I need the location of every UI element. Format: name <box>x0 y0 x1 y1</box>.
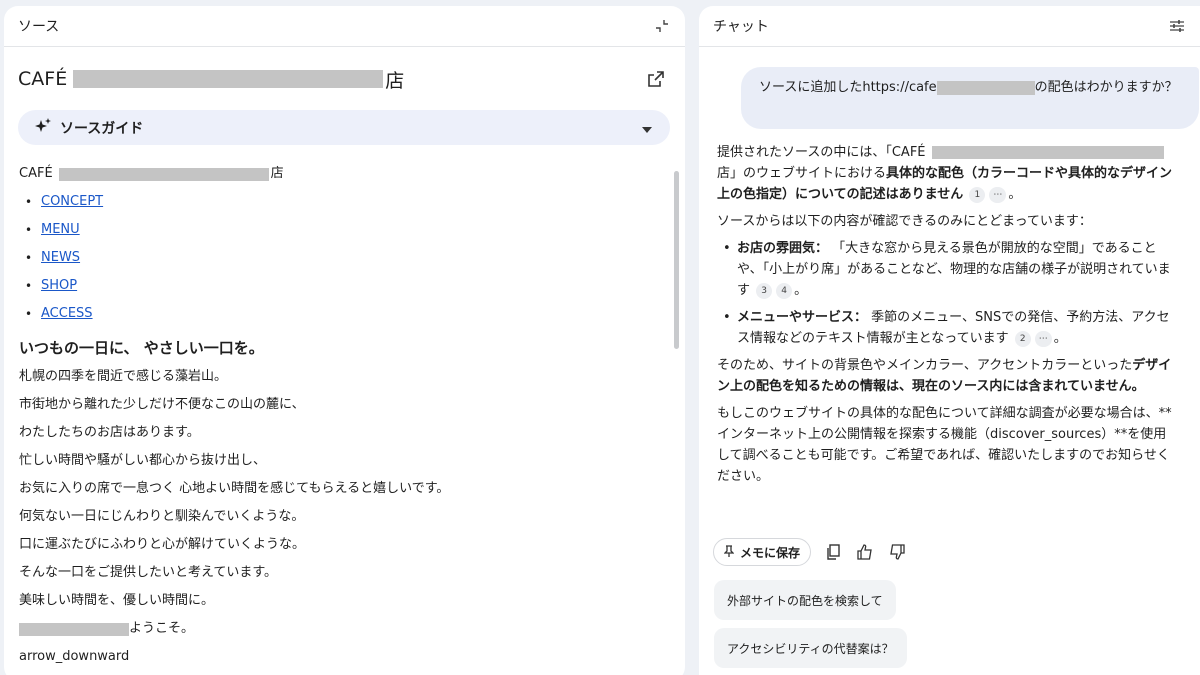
nav-link-menu[interactable]: MENU <box>41 216 80 244</box>
citation-badge[interactable]: 2 <box>1014 330 1031 347</box>
source-welcome-line: ようこそ。 <box>19 615 659 643</box>
tune-icon[interactable] <box>1168 17 1186 35</box>
chevron-down-icon <box>642 118 652 137</box>
arrow-downward-text: arrow_downward <box>19 649 130 664</box>
source-line: そんな一口をご提供したいと考えています。 <box>19 565 278 580</box>
thumbs-down-icon[interactable] <box>887 542 907 562</box>
source-scrollbar[interactable] <box>674 171 679 349</box>
answer-text: 。 <box>794 283 808 298</box>
source-name-suffix: 店 <box>270 166 284 181</box>
citation-badge[interactable]: 1 <box>969 186 986 203</box>
source-line: お気に入りの席で一息つく 心地よい時間を感じてもらえると嬉しいです。 <box>19 481 450 496</box>
redacted-block <box>58 167 269 181</box>
chat-panel-title: チャット <box>713 19 769 35</box>
answer-text: 。 <box>1053 331 1067 346</box>
answer-text: そのため、サイトの背景色やメインカラー、アクセントカラーといった <box>717 358 1133 373</box>
answer-actions: メモに保存 <box>713 538 907 566</box>
answer-paragraph: 提供されたソースの中には、「CAFÉ店」のウェブサイトにおける具体的な配色（カラ… <box>717 142 1179 205</box>
source-nav-list: • CONCEPT • MENU • NEWS • SHOP • ACCESS <box>19 188 659 328</box>
nav-link-concept[interactable]: CONCEPT <box>41 188 103 216</box>
source-line: 美味しい時間を、優しい時間に。 <box>19 593 215 608</box>
user-message-suffix: の配色はわかりますか？ <box>1034 80 1178 95</box>
source-guide-toggle[interactable]: ソースガイド <box>18 110 670 145</box>
suggestion-chip[interactable]: 外部サイトの配色を検索して <box>714 580 896 620</box>
source-name-line: CAFÉ 店 <box>19 160 659 188</box>
nav-link-news[interactable]: NEWS <box>41 244 80 272</box>
answer-text: 提供されたソースの中には、「CAFÉ <box>717 145 926 160</box>
citation-more-badge[interactable]: ⋯ <box>989 186 1007 203</box>
source-doc-title-suffix: 店 <box>385 69 405 92</box>
source-line: 市街地から離れた少しだけ不便なこの山の麓に、 <box>19 397 305 412</box>
answer-paragraph: もしこのウェブサイトの具体的な配色について詳細な調査が必要な場合は、**インター… <box>717 406 1172 484</box>
user-message: ソースに追加したhttps://cafe の配色はわかりますか？ <box>741 67 1199 129</box>
redacted-block <box>73 70 384 88</box>
save-to-note-button[interactable]: メモに保存 <box>713 538 812 566</box>
answer-text: 店」のウェブサイトにおける <box>717 166 887 181</box>
open-external-icon[interactable] <box>647 70 665 88</box>
redacted-block <box>19 622 129 636</box>
source-doc-title-prefix: CAFÉ <box>18 68 68 90</box>
nav-link-shop[interactable]: SHOP <box>41 272 77 300</box>
source-title-row: CAFÉ 店 <box>18 64 665 94</box>
source-name-prefix: CAFÉ <box>19 166 53 181</box>
list-item: お店の雰囲気： 「大きな窓から見える景色が開放的な空間」であることや、「小上がり… <box>717 238 1179 301</box>
collapse-icon[interactable] <box>653 17 671 35</box>
citation-badge[interactable]: 3 <box>756 282 773 299</box>
sparkle-icon <box>34 117 52 139</box>
citation-badge[interactable]: 4 <box>776 282 793 299</box>
source-line: 札幌の四季を間近で感じる藻岩山。 <box>19 369 228 384</box>
source-panel-header: ソース <box>4 6 685 47</box>
answer-paragraph: ソースからは以下の内容が確認できるのみにとどまっています： <box>717 214 1092 229</box>
source-line: 口に運ぶたびにふわりと心が解けていくような。 <box>19 537 306 552</box>
welcome-suffix: ようこそ。 <box>129 621 195 636</box>
citation-more-badge[interactable]: ⋯ <box>1034 330 1052 347</box>
list-item: • CONCEPT <box>19 188 659 216</box>
assistant-answer: 提供されたソースの中には、「CAFÉ店」のウェブサイトにおける具体的な配色（カラ… <box>717 142 1179 493</box>
list-item: メニューやサービス： 季節のメニュー、SNSでの発信、予約方法、アクセス情報など… <box>717 307 1179 349</box>
answer-bold-text: メニューやサービス： <box>737 310 868 325</box>
answer-bold-text: お店の雰囲気： <box>737 241 829 256</box>
answer-list: お店の雰囲気： 「大きな窓から見える景色が開放的な空間」であることや、「小上がり… <box>717 238 1179 349</box>
source-doc-title: CAFÉ 店 <box>18 66 404 93</box>
chat-panel-header: チャット <box>699 6 1200 47</box>
answer-paragraph: そのため、サイトの背景色やメインカラー、アクセントカラーといったデザイン上の配色… <box>717 355 1179 397</box>
suggestion-chip[interactable]: アクセシビリティの代替案は？ <box>714 628 907 668</box>
source-content: CAFÉ 店 • CONCEPT • MENU • NEWS • SHOP • ACCES… <box>19 160 659 671</box>
source-line: 忙しい時間や騒がしい都心から抜け出し、 <box>19 453 267 468</box>
redacted-block <box>931 146 1164 159</box>
copy-icon[interactable] <box>823 542 843 562</box>
list-item: • SHOP <box>19 272 659 300</box>
chat-panel: チャット ソースに追加したhttps://cafe の配色はわかりますか？ 提供さ… <box>699 6 1200 675</box>
source-guide-label: ソースガイド <box>60 120 144 137</box>
nav-link-access[interactable]: ACCESS <box>41 300 93 328</box>
source-line: わたしたちのお店はあります。 <box>19 425 200 440</box>
list-item: • ACCESS <box>19 300 659 328</box>
redacted-block <box>936 80 1035 95</box>
source-line: 何気ない一日にじんわりと馴染んでいくような。 <box>19 509 305 524</box>
pin-icon <box>723 544 735 560</box>
source-panel: ソース CAFÉ 店 ソースガイド CAFÉ 店 • CONCEPT • MEN… <box>4 6 685 675</box>
answer-text: 。 <box>1008 187 1022 202</box>
list-item: • MENU <box>19 216 659 244</box>
source-heading: いつもの一日に、 やさしい一口を。 <box>19 339 264 357</box>
list-item: • NEWS <box>19 244 659 272</box>
save-to-note-label: メモに保存 <box>740 545 801 560</box>
thumbs-up-icon[interactable] <box>855 542 875 562</box>
source-panel-title: ソース <box>18 19 60 35</box>
user-message-prefix: ソースに追加したhttps://cafe <box>759 80 937 95</box>
